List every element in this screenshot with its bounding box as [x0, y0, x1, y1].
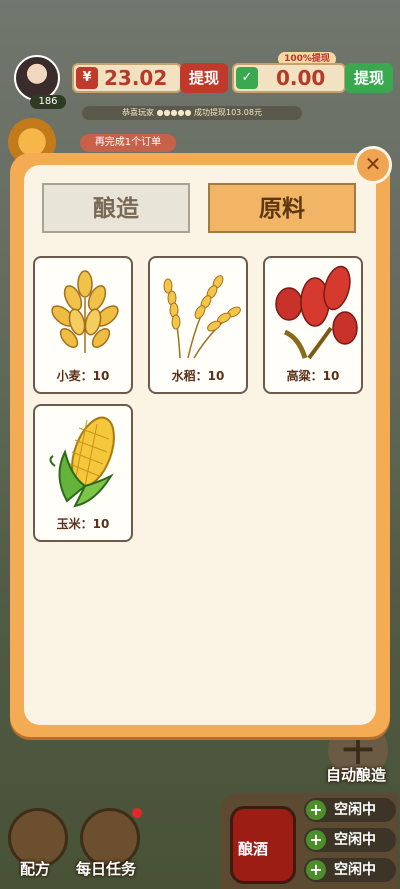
- slot-status: 空闲中: [334, 832, 376, 848]
- brew-slot[interactable]: + 空闲中: [304, 828, 396, 852]
- wallet-withdraw-button[interactable]: 提现: [345, 63, 393, 93]
- order-progress-chip: 再完成1个订单: [80, 134, 176, 152]
- sorghum-icon: [275, 265, 358, 360]
- wallet-amount: 0.00: [276, 66, 326, 90]
- recipe-label: 配方: [20, 860, 51, 878]
- wallet-balance: ✓ 0.00: [232, 63, 346, 93]
- wheat-icon: [51, 270, 119, 353]
- plus-icon: +: [306, 800, 326, 820]
- material-label: 高粱：10: [286, 369, 340, 383]
- cash-withdraw-button[interactable]: 提现: [180, 63, 228, 93]
- close-icon[interactable]: ✕: [354, 146, 392, 184]
- cash-balance: ¥ 23.02: [72, 63, 182, 93]
- brew-jar-label: 酿酒: [238, 840, 269, 858]
- material-label: 水稻：10: [171, 369, 225, 383]
- withdraw-ticker: 恭喜玩家 ●●●●● 成功提现103.08元: [82, 106, 302, 120]
- brew-slot[interactable]: + 空闲中: [304, 798, 396, 822]
- cash-amount: 23.02: [104, 66, 168, 90]
- rice-icon: [163, 275, 241, 359]
- plus-icon: +: [306, 830, 326, 850]
- daily-task-label: 每日任务: [76, 860, 137, 878]
- slot-status: 空闲中: [334, 862, 376, 878]
- material-card-wheat[interactable]: 小麦：10: [33, 256, 133, 394]
- tab-materials[interactable]: 原料: [208, 183, 356, 233]
- notification-dot: [132, 808, 142, 818]
- brew-slot[interactable]: + 空闲中: [304, 858, 396, 882]
- tab-brew[interactable]: 酿造: [42, 183, 190, 233]
- top-hud: 186 ¥ 23.02 提现 100%提现 ✓ 0.00 提现 恭喜玩家 ●●●…: [0, 0, 400, 166]
- material-card-rice[interactable]: 水稻：10: [148, 256, 248, 394]
- material-label: 小麦：10: [56, 369, 110, 383]
- material-card-corn[interactable]: 玉米：10: [33, 404, 133, 542]
- slot-status: 空闲中: [334, 802, 376, 818]
- material-card-sorghum[interactable]: 高粱：10: [263, 256, 363, 394]
- player-level: 186: [30, 95, 66, 109]
- yuan-icon: ¥: [76, 67, 98, 89]
- auto-brew-label: 自动酿造: [326, 766, 387, 784]
- wechat-icon: ✓: [236, 67, 258, 89]
- material-label: 玉米：10: [56, 517, 110, 531]
- corn-icon: [49, 416, 115, 508]
- plus-icon: +: [306, 860, 326, 880]
